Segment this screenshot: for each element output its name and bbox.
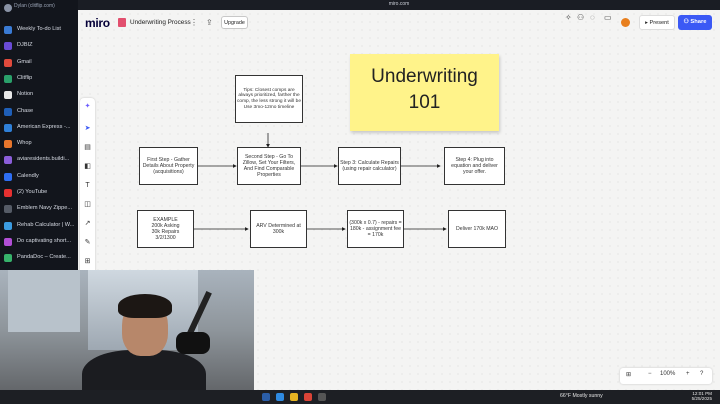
browser-top-bar: miro.com <box>78 0 720 10</box>
step-2-box[interactable]: Second Step - Go To Zillow, Set Your Fil… <box>237 147 301 185</box>
sidebar-item-label: DJBIZ <box>17 42 33 49</box>
microphone <box>176 332 210 354</box>
step-4-box[interactable]: Step 4: Plug into equation and deliver y… <box>444 147 505 185</box>
sticky-line-2: 101 <box>408 92 441 113</box>
sidebar-item-label: Do captivating short... <box>17 237 72 244</box>
favicon-icon <box>4 237 12 246</box>
example-text: EXAMPLE 200k Asking 30k Repairs 3/2/1300 <box>151 216 180 242</box>
favicon-icon <box>4 107 12 116</box>
step-4-text: Step 4: Plug into equation and deliver y… <box>451 156 498 176</box>
deliver-text: Deliver 170k MAO <box>455 225 499 232</box>
tips-box[interactable]: Tips: Closest comps are always prioritiz… <box>235 75 303 123</box>
arv-text: ARV Determined at 300k <box>256 222 301 235</box>
sidebar-item[interactable]: Do captivating short... <box>0 234 78 250</box>
sidebar-item[interactable]: Notion <box>0 87 78 103</box>
app-icon[interactable] <box>318 393 326 401</box>
avatar <box>4 4 12 12</box>
step-3-text: Step 3: Calculate Repairs (using repair … <box>340 159 399 172</box>
sidebar-item-label: Chase <box>17 107 34 114</box>
sidebar-item-label: Calendly <box>17 172 39 179</box>
sticky-line-1: Underwriting <box>371 66 478 87</box>
favicon-icon <box>4 205 12 214</box>
sidebar-item[interactable]: Chase <box>0 104 78 120</box>
deliver-box[interactable]: Deliver 170k MAO <box>448 210 506 248</box>
sidebar-item[interactable]: Whop <box>0 136 78 152</box>
favicon-icon <box>4 140 12 149</box>
favicon-icon <box>4 74 12 83</box>
sticky-note-title[interactable]: Underwriting 101 <box>350 54 499 131</box>
zoom-in-button[interactable]: + <box>686 371 690 377</box>
sidebar-item[interactable]: PandaDoc – Create... <box>0 250 78 266</box>
sidebar-item-label: (2) YouTube <box>17 189 48 195</box>
sidebar-item-label: PandaDoc – Create... <box>17 254 71 261</box>
zoom-controls: ⊞ − 100% + ? <box>620 368 712 384</box>
sidebar-item[interactable]: Calendly <box>0 169 78 185</box>
sidebar-item-label: Clitflip <box>17 74 33 81</box>
example-box[interactable]: EXAMPLE 200k Asking 30k Repairs 3/2/1300 <box>137 210 194 248</box>
webcam-overlay <box>0 270 254 404</box>
favicon-icon <box>4 91 12 100</box>
favicon-icon <box>4 58 12 67</box>
sidebar-item-label: Weekly To-do List <box>17 26 61 32</box>
sidebar-item-label: aviaresidents.buildi... <box>17 156 70 163</box>
minimap-icon[interactable]: ⊞ <box>626 371 631 378</box>
sidebar-item-label: American Express -... <box>17 123 71 130</box>
explorer-icon[interactable] <box>290 393 298 401</box>
url-text[interactable]: miro.com <box>78 1 720 7</box>
taskbar: 66°F Mostly sunny 12:01 PM 5/25/2025 <box>0 390 720 404</box>
tips-text: Tips: Closest comps are always prioritiz… <box>237 87 301 110</box>
step-3-box[interactable]: Step 3: Calculate Repairs (using repair … <box>338 147 401 185</box>
cam-window-left <box>8 270 80 332</box>
cam-person-hair <box>118 294 172 318</box>
step-2-text: Second Step - Go To Zillow, Set Your Fil… <box>242 153 296 179</box>
favicon-icon <box>4 156 12 165</box>
sidebar-item[interactable]: DJBIZ <box>0 38 78 54</box>
step-1-text: First Step - Gather Details About Proper… <box>142 156 195 176</box>
sidebar-item-label: Notion <box>17 91 34 98</box>
favicon-icon <box>4 172 12 181</box>
sidebar-item[interactable]: Emblem Navy Zippe... <box>0 201 78 217</box>
favicon-icon <box>4 189 12 197</box>
favicon-icon <box>4 221 12 230</box>
profile[interactable]: Dylan (clitflip.com) <box>0 0 78 22</box>
favicon-icon <box>4 26 12 34</box>
edge-icon[interactable] <box>276 393 284 401</box>
step-1-box[interactable]: First Step - Gather Details About Proper… <box>139 147 198 185</box>
chrome-icon[interactable] <box>304 393 312 401</box>
start-icon[interactable] <box>262 393 270 401</box>
sidebar-item-label: Gmail <box>17 58 32 65</box>
sidebar-item[interactable]: American Express -... <box>0 120 78 136</box>
profile-name: Dylan (clitflip.com) <box>14 3 55 9</box>
sidebar-item[interactable]: Weekly To-do List <box>0 22 78 38</box>
sidebar-item[interactable]: aviaresidents.buildi... <box>0 152 78 168</box>
sidebar-item[interactable]: Gmail <box>0 55 78 71</box>
weather[interactable]: 66°F Mostly sunny <box>560 393 603 399</box>
clock-date: 5/25/2025 <box>691 396 712 402</box>
favicon-icon <box>4 42 12 51</box>
sidebar-item-label: Rehab Calculator | W... <box>17 221 75 228</box>
sidebar-item-label: Whop <box>17 140 32 147</box>
favicon-icon <box>4 254 12 263</box>
help-icon[interactable]: ? <box>700 371 703 377</box>
screen: Dylan (clitflip.com) Weekly To-do List DJ… <box>0 0 720 404</box>
zoom-out-button[interactable]: − <box>648 371 652 377</box>
sidebar-item-label: Emblem Navy Zippe... <box>17 205 73 212</box>
sidebar-item[interactable]: Clitflip <box>0 71 78 87</box>
calc-text: (300k x 0.7) - repairs = 180k - assignme… <box>349 219 402 239</box>
sidebar-item[interactable]: (2) YouTube <box>0 185 78 201</box>
sidebar-item[interactable]: Rehab Calculator | W... <box>0 218 78 234</box>
arv-box[interactable]: ARV Determined at 300k <box>250 210 307 248</box>
calc-box[interactable]: (300k x 0.7) - repairs = 180k - assignme… <box>347 210 404 248</box>
zoom-level[interactable]: 100% <box>660 371 675 377</box>
favicon-icon <box>4 123 12 132</box>
clock[interactable]: 12:01 PM 5/25/2025 <box>692 391 712 402</box>
